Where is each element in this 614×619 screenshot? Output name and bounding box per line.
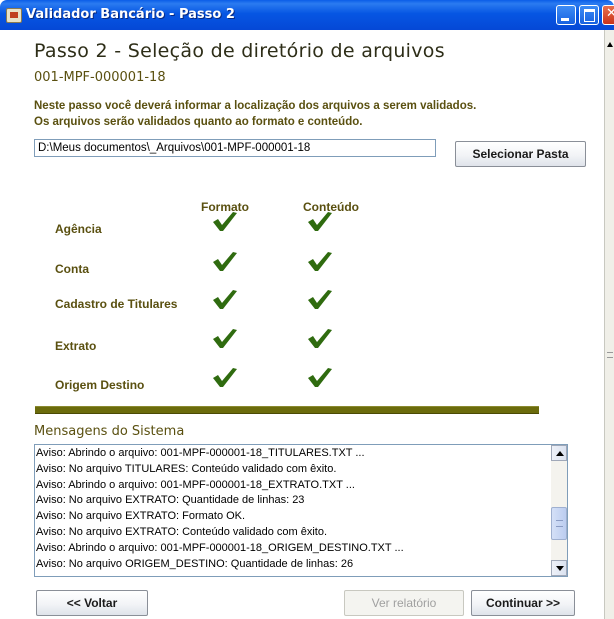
scroll-thumb[interactable] <box>551 507 567 540</box>
check-formato-icon <box>212 288 238 310</box>
check-conteudo-icon <box>307 288 333 310</box>
check-formato-icon <box>212 327 238 349</box>
minimize-icon[interactable] <box>556 5 576 25</box>
instruction-line-1: Neste passo você deverá informar a local… <box>34 100 477 112</box>
message-line: Aviso: Abrindo o arquivo: 001-MPF-000001… <box>36 478 355 491</box>
message-line: Aviso: No arquivo EXTRATO: Conteúdo vali… <box>36 525 328 538</box>
java-app-icon <box>6 8 22 23</box>
close-icon[interactable] <box>602 5 614 25</box>
continue-button[interactable]: Continuar >> <box>471 590 575 616</box>
window-title: Validador Bancário - Passo 2 <box>26 7 235 22</box>
page-title: Passo 2 - Seleção de diretório de arquiv… <box>34 40 445 62</box>
messages-scrollbar[interactable] <box>551 445 567 576</box>
view-report-button[interactable]: Ver relatório <box>344 590 464 616</box>
message-line: Aviso: No arquivo EXTRATO: Formato OK. <box>36 510 246 523</box>
back-button[interactable]: << Voltar <box>36 590 148 616</box>
scroll-grip-icon <box>607 352 613 358</box>
check-formato-icon <box>212 366 238 388</box>
case-id: 001-MPF-000001-18 <box>34 70 166 85</box>
validator-window: Validador Bancário - Passo 2 Passo 2 - S… <box>0 0 614 619</box>
check-formato-icon <box>212 210 238 232</box>
progress-divider <box>35 406 539 414</box>
row-label: Agência <box>55 222 102 236</box>
scroll-down-icon[interactable] <box>551 560 567 576</box>
check-conteudo-icon <box>307 366 333 388</box>
message-line: Aviso: No arquivo EXTRATO: Quantidade de… <box>36 494 305 507</box>
title-bar[interactable]: Validador Bancário - Passo 2 <box>0 0 614 30</box>
message-line: Aviso: Abrindo o arquivo: 001-MPF-000001… <box>36 541 404 554</box>
select-folder-button[interactable]: Selecionar Pasta <box>455 141 586 167</box>
scroll-up-icon[interactable] <box>551 445 567 461</box>
row-label: Conta <box>55 262 89 276</box>
check-conteudo-icon <box>307 327 333 349</box>
check-formato-icon <box>212 250 238 272</box>
messages-log[interactable]: Aviso: Abrindo o arquivo: 001-MPF-000001… <box>34 444 568 577</box>
message-line: Aviso: No arquivo TITULARES: Conteúdo va… <box>36 462 337 475</box>
check-conteudo-icon <box>307 210 333 232</box>
scroll-up-icon[interactable] <box>607 42 613 47</box>
instruction-line-2: Os arquivos serão validados quanto ao fo… <box>34 116 363 128</box>
check-conteudo-icon <box>307 250 333 272</box>
messages-list: Aviso: Abrindo o arquivo: 001-MPF-000001… <box>36 446 550 572</box>
folder-path-input[interactable]: D:\Meus documentos\_Arquivos\001-MPF-000… <box>34 139 436 157</box>
row-label: Cadastro de Titulares <box>55 297 178 311</box>
message-line: Aviso: No arquivo ORIGEM_DESTINO: Quanti… <box>36 557 354 570</box>
row-label: Extrato <box>55 339 97 353</box>
messages-title: Mensagens do Sistema <box>34 424 185 439</box>
window-scrollbar[interactable] <box>604 30 614 619</box>
message-line: Aviso: Abrindo o arquivo: 001-MPF-000001… <box>36 447 365 459</box>
maximize-icon[interactable] <box>579 5 599 25</box>
row-label: Origem Destino <box>55 378 145 392</box>
